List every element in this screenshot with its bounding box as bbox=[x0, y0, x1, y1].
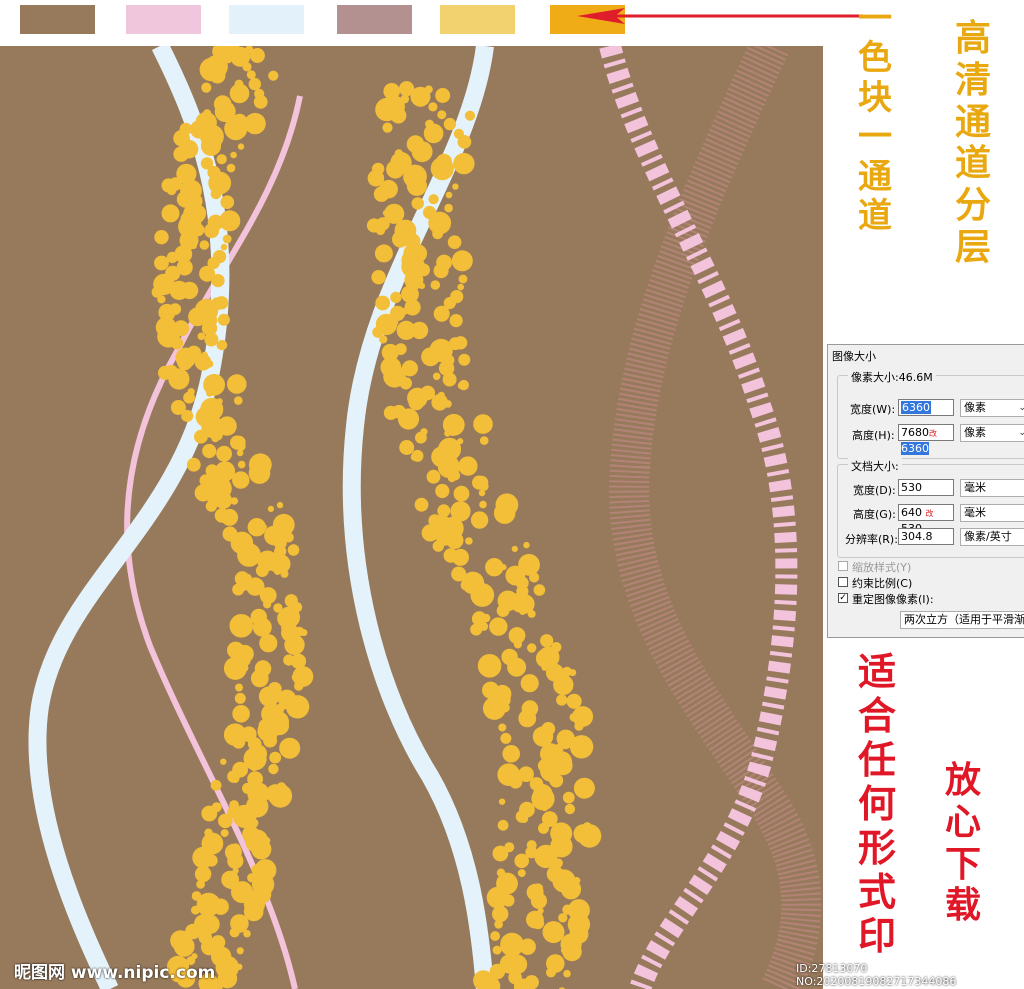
color-swatch-brown bbox=[20, 5, 95, 34]
col1-char: 一 bbox=[858, 117, 892, 158]
caption-any-print-form: 适合任何形式印 bbox=[858, 649, 897, 959]
color-swatch-mauve bbox=[337, 5, 412, 34]
width-input[interactable]: 6360 bbox=[898, 399, 954, 416]
doc-height-unit-select[interactable]: 毫米 bbox=[960, 504, 1024, 522]
doc-height-label: 高度(G): bbox=[853, 508, 896, 521]
col4-char: 心 bbox=[945, 800, 982, 843]
col1-char: 块 bbox=[858, 77, 892, 118]
col3-char: 印 bbox=[858, 913, 897, 959]
resample-method-value: 两次立方（适用于平滑渐变 bbox=[904, 613, 1024, 626]
wallpaper-pattern-artwork bbox=[0, 46, 823, 989]
pixel-dimensions-label: 像素大小:46.6M bbox=[848, 369, 936, 385]
col4-char: 放 bbox=[945, 759, 982, 801]
document-size-label: 文档大小: bbox=[848, 458, 902, 474]
resample-method-select[interactable]: 两次立方（适用于平滑渐变 bbox=[900, 611, 1024, 629]
col1-char: 色 bbox=[858, 38, 892, 79]
width-unit-value: 像素 bbox=[964, 401, 986, 414]
scale-styles-label: 缩放样式(Y) bbox=[852, 561, 912, 574]
doc-width-value: 530 bbox=[901, 481, 922, 494]
col3-char: 适 bbox=[858, 649, 897, 694]
col1-char: 道 bbox=[858, 196, 892, 237]
height-change-mark: 改 bbox=[929, 429, 937, 438]
width-unit-select[interactable]: 像素 ⌄ bbox=[960, 399, 1024, 417]
doc-height-change-mark: 改 bbox=[925, 509, 934, 518]
resample-checkbox[interactable]: ✓ bbox=[838, 593, 848, 603]
col2-char: 道 bbox=[955, 142, 992, 185]
col2-char: 层 bbox=[955, 225, 992, 268]
arrow-icon bbox=[577, 8, 863, 24]
col4-char: 载 bbox=[945, 884, 982, 927]
resample-label: 重定图像像素(I): bbox=[852, 593, 934, 606]
col2-char: 分 bbox=[955, 184, 992, 226]
width-value: 6360 bbox=[901, 401, 931, 414]
col2-char: 高 bbox=[955, 17, 992, 59]
height-unit-select[interactable]: 像素 ⌄ bbox=[960, 424, 1024, 442]
col3-char: 形 bbox=[858, 825, 897, 871]
doc-width-unit-value: 毫米 bbox=[964, 481, 986, 494]
dialog-title: 图像大小 bbox=[832, 350, 876, 363]
doc-height-input[interactable]: 640 改 530 bbox=[898, 504, 954, 535]
chevron-down-icon: ⌄ bbox=[1018, 428, 1024, 438]
pixel-dimensions-group bbox=[837, 375, 1024, 459]
col3-char: 合 bbox=[858, 693, 897, 739]
caption-hd-channel-layers: 高清通道分层 bbox=[955, 17, 992, 269]
doc-height-unit-value: 毫米 bbox=[964, 506, 986, 519]
col3-char: 任 bbox=[858, 737, 897, 783]
id-watermark: ID:27813070 NO:20200819082717344086 bbox=[796, 962, 957, 988]
col2-char: 通 bbox=[955, 100, 992, 143]
resolution-input[interactable]: 304.8 bbox=[898, 528, 954, 545]
site-watermark: 昵图网 www.nipic.com bbox=[14, 963, 216, 983]
constrain-proportions-label: 约束比例(C) bbox=[852, 577, 913, 590]
color-swatch-light-yellow bbox=[440, 5, 515, 34]
height-input[interactable]: 7680改6360 bbox=[898, 424, 954, 455]
caption-download-safely: 放心下载 bbox=[945, 759, 982, 927]
col2-char: 清 bbox=[955, 58, 992, 101]
constrain-proportions-checkbox[interactable] bbox=[838, 577, 848, 587]
color-swatch-light-blue bbox=[229, 5, 304, 34]
doc-width-input[interactable]: 530 bbox=[898, 479, 954, 496]
col1-char: 一 bbox=[858, 0, 892, 39]
col1-char: 通 bbox=[858, 156, 892, 197]
image-size-dialog: 图像大小 像素大小:46.6M 宽度(W): 6360 像素 ⌄ 高度(H): 7… bbox=[827, 344, 1024, 638]
height-new-value: 6360 bbox=[901, 442, 929, 455]
col3-char: 式 bbox=[858, 869, 897, 915]
doc-height-old-value: 640 bbox=[901, 506, 922, 519]
resolution-label: 分辨率(R): bbox=[845, 533, 898, 546]
chevron-down-icon: ⌄ bbox=[1018, 403, 1024, 413]
resolution-unit-value: 像素/英寸 bbox=[964, 530, 1012, 543]
scale-styles-checkbox[interactable] bbox=[838, 561, 848, 571]
doc-width-label: 宽度(D): bbox=[853, 484, 896, 497]
col4-char: 下 bbox=[945, 842, 982, 885]
height-label: 高度(H): bbox=[852, 429, 895, 442]
caption-one-color-one-channel: 一色块一通道 bbox=[858, 0, 892, 237]
col3-char: 何 bbox=[858, 781, 897, 827]
height-unit-value: 像素 bbox=[964, 426, 986, 439]
resolution-unit-select[interactable]: 像素/英寸 bbox=[960, 528, 1024, 546]
width-label: 宽度(W): bbox=[850, 403, 896, 416]
height-old-value: 7680 bbox=[901, 426, 929, 439]
color-swatch-pink bbox=[126, 5, 201, 34]
resolution-value: 304.8 bbox=[901, 530, 933, 543]
doc-width-unit-select[interactable]: 毫米 bbox=[960, 479, 1024, 497]
